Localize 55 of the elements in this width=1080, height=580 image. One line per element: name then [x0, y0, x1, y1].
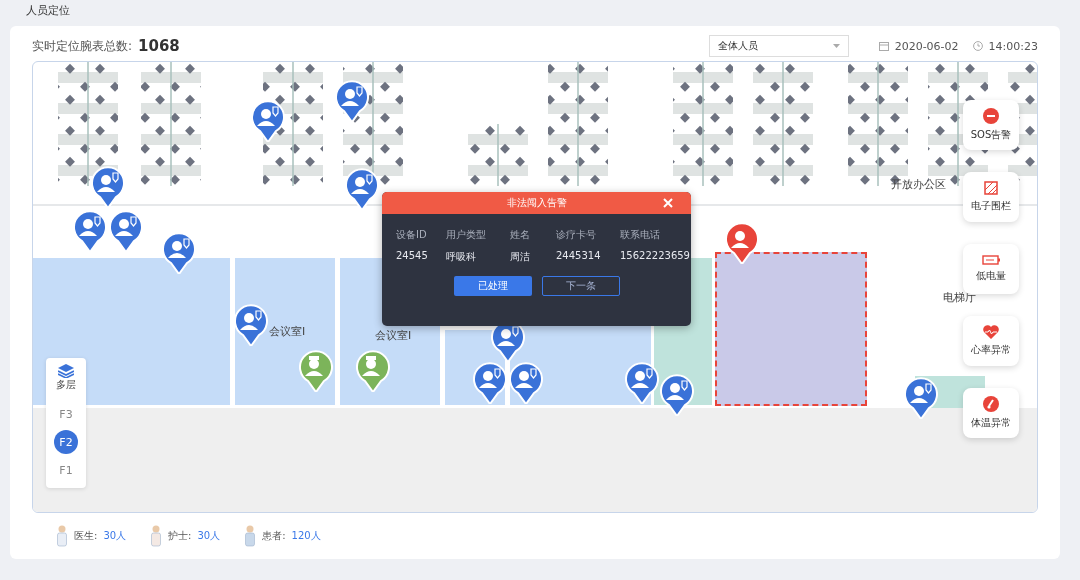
- alert-filter-button[interactable]: 心率异常: [963, 316, 1019, 366]
- table-cell-text: 周洁: [510, 250, 531, 264]
- page-title: 人员定位: [25, 4, 71, 19]
- table-cell-text: 24545: [396, 250, 429, 263]
- close-icon[interactable]: [663, 198, 673, 208]
- layers-icon: [58, 364, 74, 378]
- alert-person-pin-icon[interactable]: [725, 222, 759, 264]
- alert-filter-button[interactable]: 电子围栏: [963, 172, 1019, 222]
- column-header: 姓名: [510, 228, 531, 242]
- clock-icon: [972, 41, 983, 51]
- column-header: 联系电话: [620, 228, 661, 242]
- alert-filter-button[interactable]: 低电量: [963, 244, 1019, 294]
- legend-label: 护士:: [168, 529, 192, 543]
- battery-icon: [982, 255, 1000, 265]
- table-cell-text: 15622223659: [620, 250, 690, 263]
- next-button[interactable]: 下一条: [541, 276, 620, 296]
- alert-filter-button[interactable]: SOS告警: [963, 100, 1019, 150]
- sos-icon: [983, 108, 999, 124]
- floor-button[interactable]: F2: [54, 430, 78, 454]
- room-label: 会议室I: [269, 324, 306, 339]
- time-text: 14:00:23: [988, 39, 1038, 53]
- room-label: 会议室I: [375, 328, 412, 343]
- table-cell-text: 呼吸科: [446, 250, 477, 264]
- dialog-title: 非法闯入告警: [506, 196, 567, 210]
- calendar-icon: [878, 41, 889, 51]
- fence-icon: [984, 181, 998, 195]
- alert-filter-button[interactable]: 体温异常: [963, 388, 1019, 438]
- caret-icon: [832, 44, 840, 48]
- legend-count: 30人: [197, 529, 221, 543]
- heart-icon: [983, 325, 999, 339]
- legend-count: 30人: [103, 529, 127, 543]
- layers-button[interactable]: 多层: [56, 362, 76, 400]
- desk-cluster-drawing: [848, 62, 908, 125]
- person-figure-icon: [150, 525, 163, 547]
- column-header: 诊疗卡号: [556, 228, 597, 242]
- room-label: 开放办公区: [891, 177, 946, 192]
- desk-cluster-drawing: [548, 62, 608, 125]
- column-header: 用户类型: [446, 228, 487, 242]
- date-text: 2020-06-02: [894, 39, 959, 53]
- person-figure-icon: [56, 525, 68, 547]
- legend-label: 医生:: [74, 529, 98, 543]
- legend-label: 患者:: [262, 529, 286, 543]
- thermometer-icon: [983, 396, 999, 412]
- total-count: 1068: [138, 37, 180, 55]
- person-figure-icon: [244, 525, 257, 547]
- desk-cluster-drawing: [263, 123, 323, 187]
- column-header: 设备ID: [396, 228, 428, 242]
- legend-count: 120人: [291, 529, 321, 543]
- people-filter-dropdown[interactable]: 全体人员: [708, 35, 849, 57]
- handled-button[interactable]: 已处理: [453, 276, 532, 296]
- total-label: 实时定位腕表总数:: [32, 37, 133, 55]
- table-cell-text: 2445314: [556, 250, 602, 263]
- floor-button[interactable]: F3: [54, 402, 78, 426]
- desk-cluster-drawing: [548, 123, 608, 187]
- floor-button[interactable]: F1: [54, 458, 78, 482]
